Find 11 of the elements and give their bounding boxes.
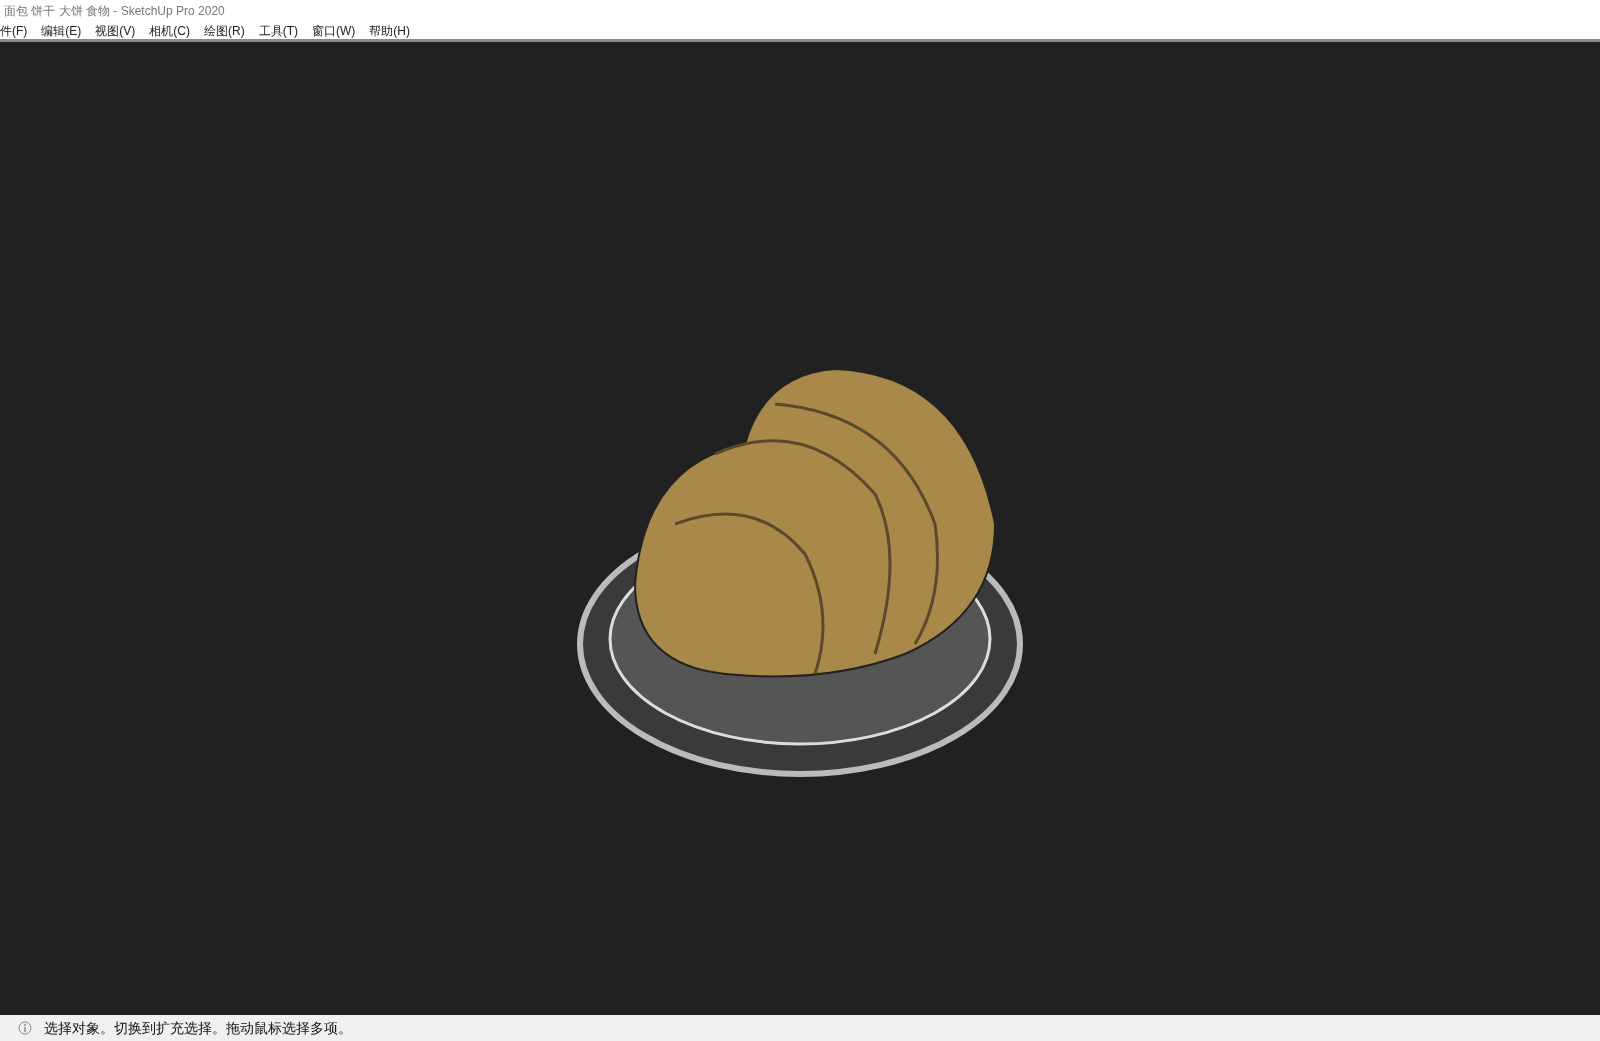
menu-item[interactable]: 绘图(R) xyxy=(204,21,245,40)
menu-item[interactable]: 相机(C) xyxy=(149,21,190,40)
menu-item[interactable]: 件(F) xyxy=(0,21,28,40)
menu-item[interactable]: 编辑(E) xyxy=(41,21,82,40)
window-title: 面包 饼干 大饼 食物 - SketchUp Pro 2020 xyxy=(4,3,225,20)
menu-item[interactable]: 帮助(H) xyxy=(369,21,410,40)
status-message: 选择对象。切换到扩充选择。拖动鼠标选择多项。 xyxy=(44,1018,352,1038)
3d-viewport[interactable] xyxy=(0,42,1600,1015)
menu-item[interactable]: 工具(T) xyxy=(258,21,298,40)
menu-item[interactable]: 窗口(W) xyxy=(312,21,356,40)
menu-item[interactable]: 视图(V) xyxy=(95,21,136,40)
